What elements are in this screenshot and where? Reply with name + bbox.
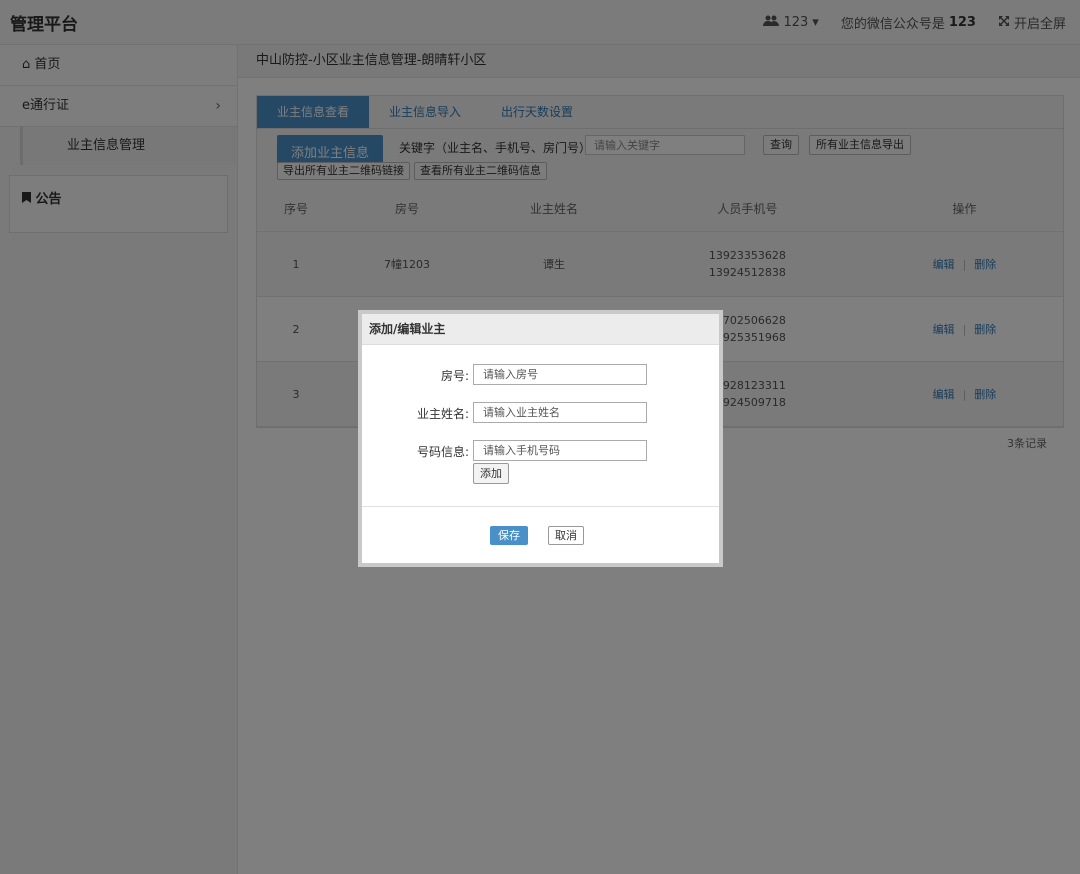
phone-input[interactable]: 请输入手机号码	[473, 440, 647, 461]
cancel-button[interactable]: 取消	[548, 526, 584, 545]
dialog-divider	[362, 506, 719, 507]
add-phone-button[interactable]: 添加	[473, 463, 509, 484]
phone-row: 号码信息: 请输入手机号码	[362, 440, 719, 462]
room-input[interactable]: 请输入房号	[473, 364, 647, 385]
dialog-title: 添加/编辑业主	[362, 314, 719, 345]
room-row: 房号: 请输入房号	[362, 364, 719, 386]
name-label: 业主姓名:	[416, 407, 469, 421]
room-label: 房号:	[440, 369, 469, 383]
phone-label: 号码信息:	[416, 445, 469, 459]
save-button[interactable]: 保存	[490, 526, 528, 545]
name-row: 业主姓名: 请输入业主姓名	[362, 402, 719, 424]
owner-name-input[interactable]: 请输入业主姓名	[473, 402, 647, 423]
owner-edit-dialog: 添加/编辑业主 房号: 请输入房号 业主姓名: 请输入业主姓名 号码信息: 请输…	[358, 310, 723, 567]
